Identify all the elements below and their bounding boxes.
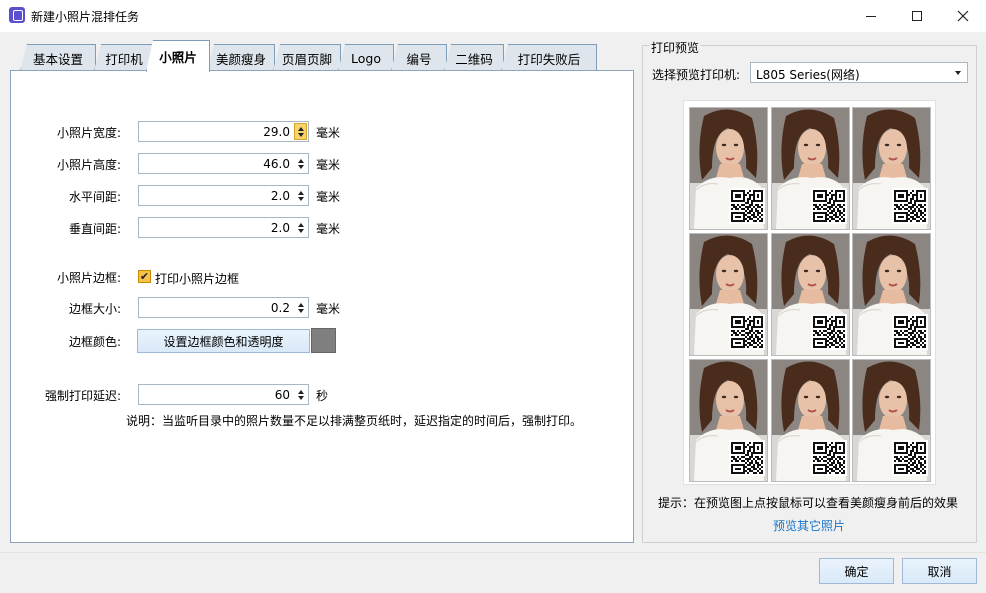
preview-photo-thumbnail[interactable] xyxy=(689,233,768,356)
preview-photo-thumbnail[interactable] xyxy=(771,359,850,482)
border-color-label: 边框颜色: xyxy=(68,335,121,349)
print-border-checkbox-label[interactable]: 打印小照片边框 xyxy=(155,270,239,287)
h-spacing-label: 水平间距: xyxy=(68,190,121,204)
preview-photo-thumbnail[interactable] xyxy=(852,233,931,356)
print-delay-stepper[interactable]: 60 xyxy=(138,384,309,405)
border-size-value: 0.2 xyxy=(270,301,290,315)
tab-beauty[interactable]: 美颜瘦身 xyxy=(207,44,275,71)
tab-printer[interactable]: 打印机 xyxy=(94,44,154,71)
spin-buttons[interactable] xyxy=(294,155,307,172)
qr-code-icon xyxy=(892,440,928,476)
arrow-up-icon xyxy=(297,389,304,394)
set-border-color-button[interactable]: 设置边框颜色和透明度 xyxy=(137,329,310,353)
tab-basic-settings[interactable]: 基本设置 xyxy=(20,44,96,71)
qr-code-icon xyxy=(811,314,847,350)
photo-height-unit: 毫米 xyxy=(316,158,341,172)
photo-height-value: 46.0 xyxy=(263,157,290,171)
print-border-checkbox[interactable]: ✔ xyxy=(138,270,151,283)
preview-paper[interactable] xyxy=(683,100,936,485)
close-button[interactable] xyxy=(940,0,986,32)
qr-code-icon xyxy=(729,188,765,224)
spin-buttons[interactable] xyxy=(294,187,307,204)
maximize-button[interactable] xyxy=(894,0,940,32)
photo-width-stepper[interactable]: 29.0 xyxy=(138,121,309,142)
h-spacing-stepper[interactable]: 2.0 xyxy=(138,185,309,206)
close-icon xyxy=(957,10,969,22)
v-spacing-stepper[interactable]: 2.0 xyxy=(138,217,309,238)
arrow-up-icon xyxy=(297,158,304,163)
border-size-stepper[interactable]: 0.2 xyxy=(138,297,309,318)
photo-width-value: 29.0 xyxy=(263,125,290,139)
border-size-unit: 毫米 xyxy=(316,302,341,316)
arrow-down-icon xyxy=(297,164,304,169)
delay-note: 说明：当监听目录中的照片数量不足以排满整页纸时，延迟指定的时间后，强制打印。 xyxy=(126,414,583,428)
cancel-button[interactable]: 取消 xyxy=(902,558,977,584)
v-spacing-unit: 毫米 xyxy=(316,222,341,236)
qr-code-icon xyxy=(811,440,847,476)
arrow-up-icon xyxy=(297,126,304,131)
print-delay-unit: 秒 xyxy=(316,389,329,403)
v-spacing-value: 2.0 xyxy=(270,221,290,235)
photo-width-label: 小照片宽度: xyxy=(56,126,121,140)
arrow-down-icon xyxy=(297,196,304,201)
qr-code-icon xyxy=(892,188,928,224)
tab-print-failure[interactable]: 打印失败后 xyxy=(501,44,597,71)
photo-height-label: 小照片高度: xyxy=(56,158,121,172)
photo-width-unit: 毫米 xyxy=(316,126,341,140)
footer-divider xyxy=(0,552,986,553)
preview-printer-value: L805 Series(网络) xyxy=(756,68,860,82)
qr-code-icon xyxy=(729,314,765,350)
tab-small-photo[interactable]: 小照片 xyxy=(146,40,210,72)
preview-photo-thumbnail[interactable] xyxy=(689,107,768,230)
h-spacing-value: 2.0 xyxy=(270,189,290,203)
preview-photo-thumbnail[interactable] xyxy=(689,359,768,482)
tab-numbering[interactable]: 编号 xyxy=(391,44,447,71)
print-preview-title: 打印预览 xyxy=(649,39,702,56)
spin-buttons[interactable] xyxy=(294,299,307,316)
preview-printer-select[interactable]: L805 Series(网络) xyxy=(750,62,968,83)
maximize-icon xyxy=(912,11,922,21)
print-delay-value: 60 xyxy=(274,388,290,402)
qr-code-icon xyxy=(729,440,765,476)
preview-photo-thumbnail[interactable] xyxy=(852,107,931,230)
chevron-down-icon xyxy=(955,71,961,75)
arrow-up-icon xyxy=(297,190,304,195)
arrow-down-icon xyxy=(297,395,304,400)
app-logo-icon xyxy=(9,7,25,23)
minimize-button[interactable] xyxy=(848,0,894,32)
preview-printer-label: 选择预览打印机: xyxy=(652,68,741,82)
tab-header-footer[interactable]: 页眉页脚 xyxy=(273,44,341,71)
tab-qrcode[interactable]: 二维码 xyxy=(444,44,504,71)
preview-other-photos-link[interactable]: 预览其它照片 xyxy=(773,517,845,534)
title-bar: 新建小照片混排任务 xyxy=(0,0,986,32)
arrow-up-icon xyxy=(297,222,304,227)
preview-hint: 提示：在预览图上点按鼠标可以查看美颜瘦身前后的效果 xyxy=(658,496,959,510)
spin-buttons[interactable] xyxy=(294,123,307,140)
arrow-down-icon xyxy=(297,308,304,313)
qr-code-icon xyxy=(811,188,847,224)
ok-button[interactable]: 确定 xyxy=(819,558,894,584)
border-color-swatch[interactable] xyxy=(311,328,336,353)
photo-height-stepper[interactable]: 46.0 xyxy=(138,153,309,174)
tab-logo[interactable]: Logo xyxy=(338,44,394,71)
spin-buttons[interactable] xyxy=(294,386,307,403)
settings-panel: 小照片宽度: 29.0 毫米 小照片高度: 46.0 毫米 水平间距: 2.0 … xyxy=(10,70,634,543)
spin-buttons[interactable] xyxy=(294,219,307,236)
arrow-up-icon xyxy=(297,302,304,307)
border-size-label: 边框大小: xyxy=(68,302,121,316)
qr-code-icon xyxy=(892,314,928,350)
arrow-down-icon xyxy=(297,132,304,137)
border-label: 小照片边框: xyxy=(56,271,121,285)
h-spacing-unit: 毫米 xyxy=(316,190,341,204)
preview-photo-thumbnail[interactable] xyxy=(771,107,850,230)
v-spacing-label: 垂直间距: xyxy=(68,222,121,236)
print-delay-label: 强制打印延迟: xyxy=(44,389,121,403)
window-title: 新建小照片混排任务 xyxy=(31,10,140,24)
tab-strip: 基本设置 打印机 小照片 美颜瘦身 页眉页脚 Logo 编号 二维码 打印失败后 xyxy=(10,40,634,72)
minimize-icon xyxy=(866,15,876,17)
arrow-down-icon xyxy=(297,228,304,233)
checkmark-icon: ✔ xyxy=(139,270,150,283)
preview-photo-thumbnail[interactable] xyxy=(771,233,850,356)
preview-photo-thumbnail[interactable] xyxy=(852,359,931,482)
